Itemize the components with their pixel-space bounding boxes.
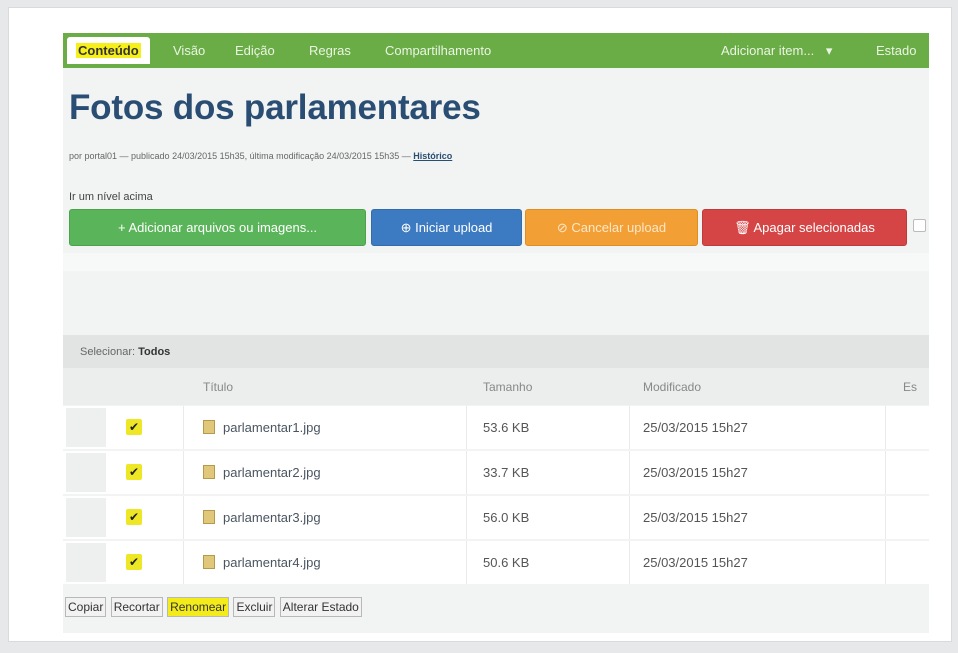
select-bar: Selecionar: Todos — [63, 335, 929, 368]
add-files-button[interactable]: + Adicionar arquivos ou imagens... — [69, 209, 366, 246]
drag-handle[interactable] — [66, 453, 106, 492]
column-divider — [629, 496, 630, 539]
column-modified[interactable]: Modificado — [643, 380, 701, 394]
table-row: ✔ parlamentar1.jpg 53.6 KB 25/03/2015 15… — [63, 406, 929, 449]
add-item-menu[interactable]: Adicionar item... ▾ — [721, 43, 832, 59]
image-file-icon — [203, 555, 215, 569]
state-menu[interactable]: Estado — [876, 43, 916, 58]
column-divider — [885, 406, 886, 449]
change-state-button[interactable]: Alterar Estado — [279, 597, 362, 617]
table-row: ✔ parlamentar3.jpg 56.0 KB 25/03/2015 15… — [63, 496, 929, 539]
file-modified: 25/03/2015 15h27 — [643, 420, 748, 435]
table-header: Título Tamanho Modificado Es — [63, 368, 929, 405]
column-divider — [885, 496, 886, 539]
image-file-icon — [203, 510, 215, 524]
column-divider — [885, 451, 886, 494]
column-divider — [466, 496, 467, 539]
file-size: 33.7 KB — [483, 465, 530, 480]
tab-conteudo[interactable]: Conteúdo — [67, 37, 150, 64]
byline-text: por portal01 — publicado 24/03/2015 15h3… — [69, 151, 411, 161]
column-divider — [629, 406, 630, 449]
tab-regras[interactable]: Regras — [309, 43, 351, 58]
up-level-link[interactable]: Ir um nível acima — [69, 191, 153, 203]
column-divider — [183, 541, 184, 584]
folder-actions: Copiar Recortar Renomear Excluir Alterar… — [65, 597, 363, 617]
column-size[interactable]: Tamanho — [483, 380, 532, 394]
column-state[interactable]: Es — [903, 380, 917, 394]
row-checkbox[interactable]: ✔ — [126, 419, 142, 435]
file-size: 56.0 KB — [483, 510, 530, 525]
tab-edicao[interactable]: Edição — [235, 43, 275, 58]
column-divider — [183, 406, 184, 449]
history-link[interactable]: Histórico — [413, 151, 452, 161]
cancel-upload-button[interactable]: ⊘ Cancelar upload — [525, 209, 698, 246]
page-title: Fotos dos parlamentares — [69, 88, 481, 127]
image-file-icon — [203, 420, 215, 434]
column-divider — [466, 451, 467, 494]
column-divider — [466, 541, 467, 584]
column-divider — [629, 541, 630, 584]
drag-handle[interactable] — [66, 543, 106, 582]
file-size: 53.6 KB — [483, 420, 530, 435]
document-byline: por portal01 — publicado 24/03/2015 15h3… — [69, 151, 452, 161]
drag-handle[interactable] — [66, 408, 106, 447]
rename-button[interactable]: Renomear — [167, 597, 230, 617]
file-size: 50.6 KB — [483, 555, 530, 570]
start-upload-button[interactable]: ⊕ Iniciar upload — [371, 209, 522, 246]
column-divider — [183, 451, 184, 494]
file-link[interactable]: parlamentar4.jpg — [203, 555, 321, 570]
tab-compartilhamento[interactable]: Compartilhamento — [385, 43, 491, 58]
table-row: ✔ parlamentar4.jpg 50.6 KB 25/03/2015 15… — [63, 541, 929, 584]
caret-down-icon: ▾ — [825, 43, 833, 58]
delete-button[interactable]: Excluir — [233, 597, 276, 617]
select-all-link[interactable]: Todos — [138, 346, 170, 358]
select-all-uploads-checkbox[interactable] — [913, 219, 926, 232]
row-checkbox[interactable]: ✔ — [126, 464, 142, 480]
column-divider — [885, 541, 886, 584]
plone-content-area: Conteúdo Visão Edição Regras Compartilha… — [63, 33, 929, 633]
row-checkbox[interactable]: ✔ — [126, 554, 142, 570]
screenshot-frame: Conteúdo Visão Edição Regras Compartilha… — [8, 7, 952, 642]
file-link[interactable]: parlamentar3.jpg — [203, 510, 321, 525]
file-modified: 25/03/2015 15h27 — [643, 555, 748, 570]
delete-selected-button[interactable]: 🗑 Apagar selecionadas — [702, 209, 907, 246]
cut-button[interactable]: Recortar — [110, 597, 163, 617]
image-file-icon — [203, 465, 215, 479]
add-item-label: Adicionar item... — [721, 43, 815, 58]
copy-button[interactable]: Copiar — [65, 597, 107, 617]
file-link[interactable]: parlamentar1.jpg — [203, 420, 321, 435]
edit-toolbar: Conteúdo Visão Edição Regras Compartilha… — [63, 33, 929, 68]
column-divider — [629, 451, 630, 494]
row-checkbox[interactable]: ✔ — [126, 509, 142, 525]
select-label: Selecionar: Todos — [80, 346, 171, 358]
table-row: ✔ parlamentar2.jpg 33.7 KB 25/03/2015 15… — [63, 451, 929, 494]
file-modified: 25/03/2015 15h27 — [643, 510, 748, 525]
column-title[interactable]: Título — [203, 380, 233, 394]
column-divider — [466, 406, 467, 449]
tab-visao[interactable]: Visão — [173, 43, 205, 58]
file-modified: 25/03/2015 15h27 — [643, 465, 748, 480]
column-divider — [183, 496, 184, 539]
file-link[interactable]: parlamentar2.jpg — [203, 465, 321, 480]
drag-handle[interactable] — [66, 498, 106, 537]
upload-progress-area — [63, 253, 929, 271]
